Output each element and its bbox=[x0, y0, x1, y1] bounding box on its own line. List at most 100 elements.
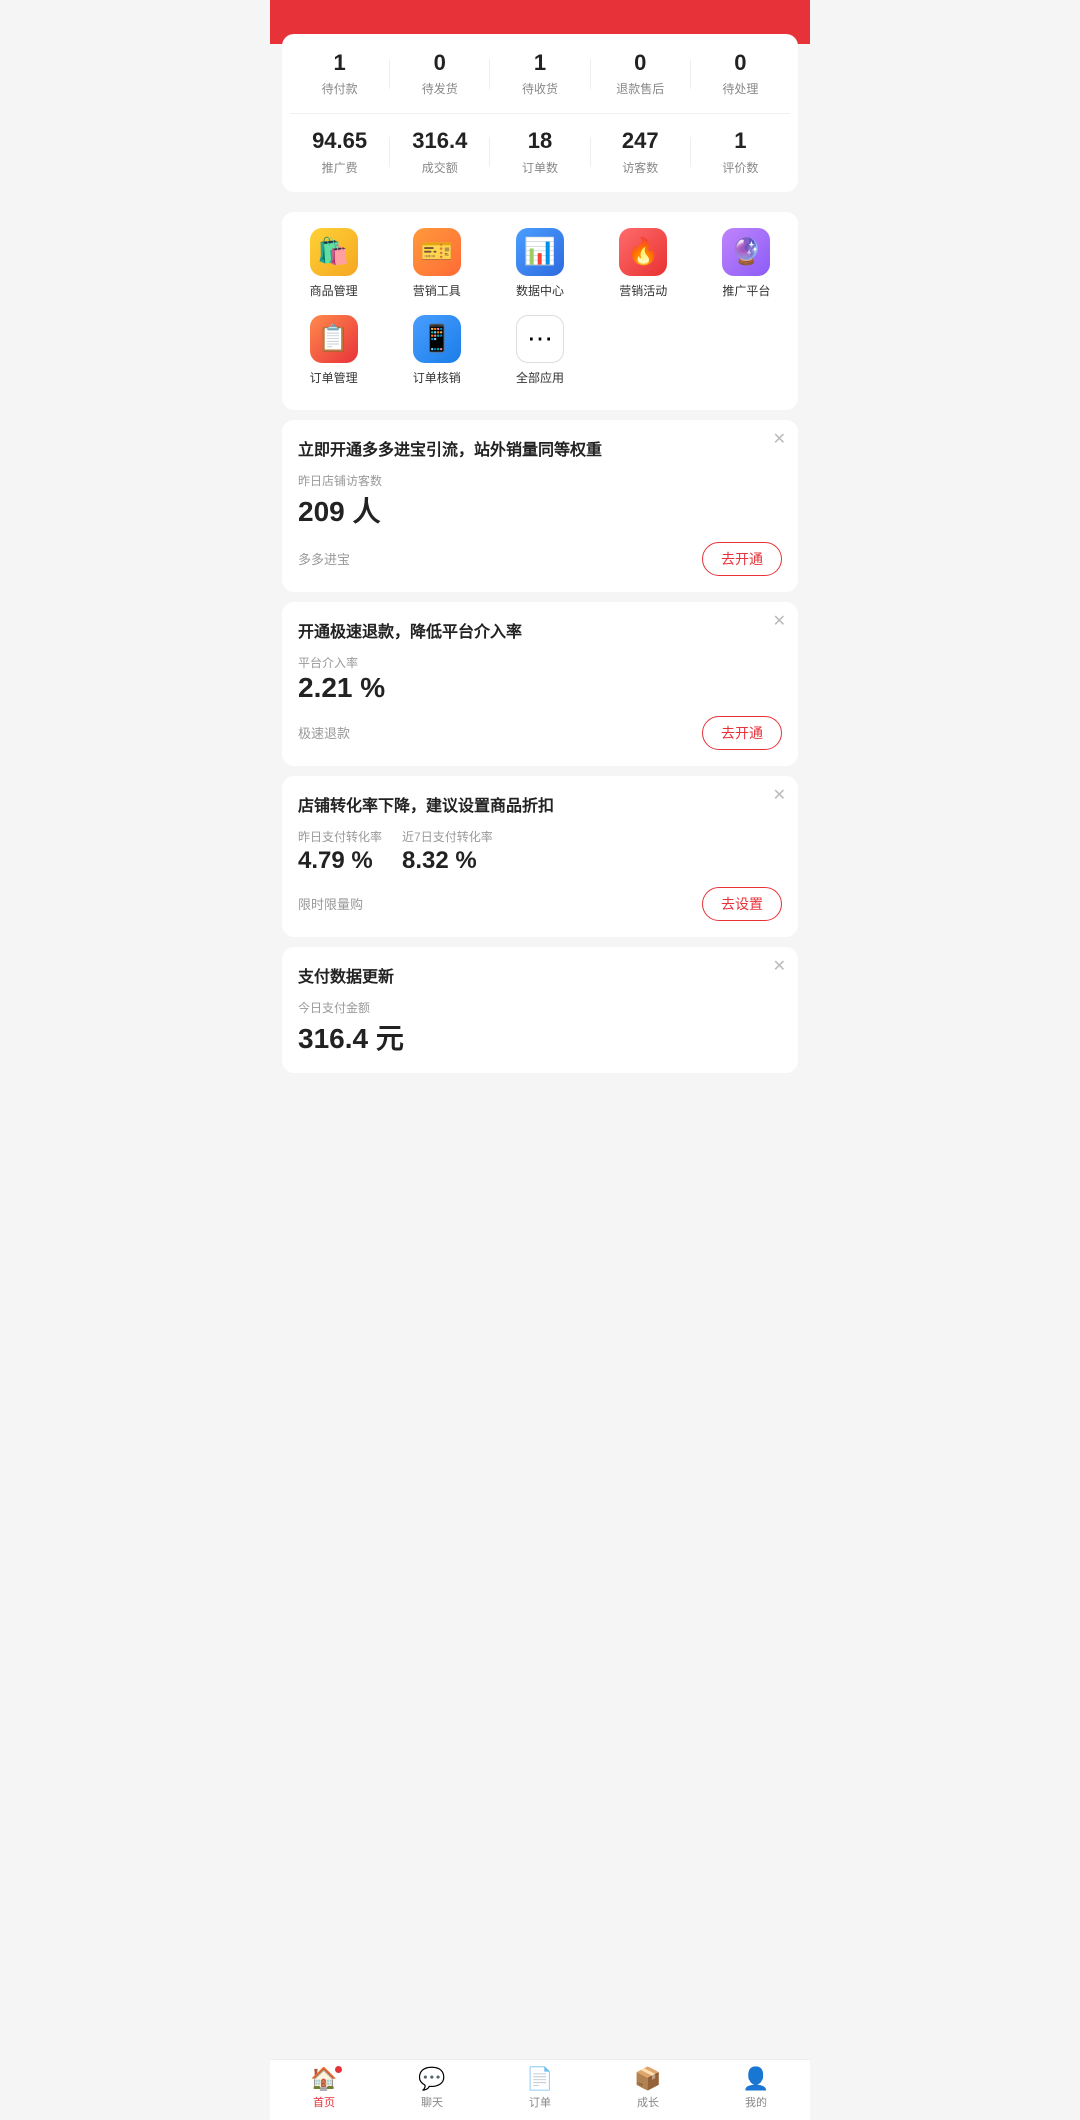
stat-item-访客数[interactable]: 247 访客数 bbox=[591, 128, 690, 175]
stat-item-订单数[interactable]: 18 订单数 bbox=[490, 128, 589, 175]
menu-item-订单管理[interactable]: 📋 订单管理 bbox=[282, 315, 385, 386]
nav-label: 首页 bbox=[313, 2094, 335, 2110]
nav-icon-聊天: 💬 bbox=[418, 2066, 445, 2092]
close-button[interactable]: ✕ bbox=[773, 614, 786, 630]
nav-item-首页[interactable]: 🏠 首页 bbox=[270, 2066, 378, 2110]
menu-row-1: 📋 订单管理 📱 订单核销 ⋯ 全部应用 bbox=[282, 315, 798, 386]
menu-label: 全部应用 bbox=[516, 369, 564, 386]
promo-title: 开通极速退款，降低平台介入率 bbox=[298, 618, 782, 642]
promo-value: 209 人 bbox=[298, 490, 782, 530]
stat-value: 0 bbox=[434, 50, 446, 76]
menu-icon-全部应用: ⋯ bbox=[516, 315, 564, 363]
promo-two-col: 昨日支付转化率 4.79 % 近7日支付转化率 8.32 % bbox=[298, 828, 782, 875]
menu-card: 🛍️ 商品管理 🎫 营销工具 📊 数据中心 🔥 营销活动 🔮 推广平台 📋 订单… bbox=[282, 212, 798, 410]
stat-value: 18 bbox=[528, 128, 552, 154]
stat-label: 成交额 bbox=[422, 159, 458, 176]
nav-item-订单[interactable]: 📄 订单 bbox=[486, 2066, 594, 2110]
nav-icon-成长: 📦 bbox=[634, 2066, 661, 2092]
stat-value: 247 bbox=[622, 128, 659, 154]
order-stats-row: 1 待付款 0 待发货 1 待收货 0 退款售后 0 待处理 bbox=[290, 50, 790, 97]
menu-item-营销活动[interactable]: 🔥 营销活动 bbox=[592, 228, 695, 299]
stat-value: 0 bbox=[734, 50, 746, 76]
menu-label: 商品管理 bbox=[310, 282, 358, 299]
stat-item-评价数[interactable]: 1 评价数 bbox=[691, 128, 790, 175]
menu-icon-营销工具: 🎫 bbox=[413, 228, 461, 276]
promo-card-0: ✕ 立即开通多多进宝引流，站外销量同等权重 昨日店铺访客数 209 人 多多进宝… bbox=[282, 420, 798, 592]
promo-footer-label: 多多进宝 bbox=[298, 549, 350, 568]
menu-item-订单核销[interactable]: 📱 订单核销 bbox=[385, 315, 488, 386]
nav-item-成长[interactable]: 📦 成长 bbox=[594, 2066, 702, 2110]
stat-label: 待发货 bbox=[422, 80, 458, 97]
stat-item-退款售后[interactable]: 0 退款售后 bbox=[591, 50, 690, 97]
stat-label: 待付款 bbox=[322, 80, 358, 97]
menu-icon-营销活动: 🔥 bbox=[619, 228, 667, 276]
menu-label: 订单管理 bbox=[310, 369, 358, 386]
promo-sub-label: 平台介入率 bbox=[298, 656, 358, 670]
stat-label: 待收货 bbox=[522, 80, 558, 97]
stat-value: 0 bbox=[634, 50, 646, 76]
menu-item-数据中心[interactable]: 📊 数据中心 bbox=[488, 228, 591, 299]
nav-dot bbox=[335, 2066, 342, 2073]
promo-footer: 多多进宝 去开通 bbox=[298, 542, 782, 576]
stat-item-成交额[interactable]: 316.4 成交额 bbox=[390, 128, 489, 175]
menu-icon-订单管理: 📋 bbox=[310, 315, 358, 363]
promo-card-1: ✕ 开通极速退款，降低平台介入率 平台介入率 2.21 % 极速退款 去开通 bbox=[282, 602, 798, 766]
promo-col-2: 近7日支付转化率 8.32 % bbox=[402, 828, 493, 875]
stat-value: 316.4 bbox=[412, 128, 467, 154]
promo-sub-label-2: 近7日支付转化率 bbox=[402, 828, 493, 845]
stat-value: 1 bbox=[333, 50, 345, 76]
nav-icon-订单: 📄 bbox=[526, 2066, 553, 2092]
promo-footer: 限时限量购 去设置 bbox=[298, 887, 782, 921]
nav-label: 成长 bbox=[637, 2094, 659, 2110]
promo-col-1: 昨日支付转化率 4.79 % bbox=[298, 828, 382, 875]
close-button[interactable]: ✕ bbox=[773, 959, 786, 975]
promo-action-button[interactable]: 去开通 bbox=[702, 716, 782, 750]
promo-footer-label: 极速退款 bbox=[298, 723, 350, 742]
stat-label: 推广费 bbox=[322, 159, 358, 176]
stat-value: 1 bbox=[534, 50, 546, 76]
menu-label: 营销工具 bbox=[413, 282, 461, 299]
menu-item-商品管理[interactable]: 🛍️ 商品管理 bbox=[282, 228, 385, 299]
menu-icon-数据中心: 📊 bbox=[516, 228, 564, 276]
stat-label: 退款售后 bbox=[616, 80, 664, 97]
promo-action-button[interactable]: 去设置 bbox=[702, 887, 782, 921]
stat-item-待处理[interactable]: 0 待处理 bbox=[691, 50, 790, 97]
nav-label: 我的 bbox=[745, 2094, 767, 2110]
promo-card-2: ✕ 店铺转化率下降，建议设置商品折扣 昨日支付转化率 4.79 % 近7日支付转… bbox=[282, 776, 798, 937]
menu-label: 营销活动 bbox=[619, 282, 667, 299]
menu-item-推广平台[interactable]: 🔮 推广平台 bbox=[695, 228, 798, 299]
promo-title: 店铺转化率下降，建议设置商品折扣 bbox=[298, 792, 782, 816]
stat-item-待收货[interactable]: 1 待收货 bbox=[490, 50, 589, 97]
stat-item-待付款[interactable]: 1 待付款 bbox=[290, 50, 389, 97]
menu-label: 推广平台 bbox=[722, 282, 770, 299]
nav-item-聊天[interactable]: 💬 聊天 bbox=[378, 2066, 486, 2110]
promo-sub-label-1: 昨日支付转化率 bbox=[298, 828, 382, 845]
metrics-stats-row: 94.65 推广费 316.4 成交额 18 订单数 247 访客数 1 评价数 bbox=[290, 128, 790, 175]
stat-label: 订单数 bbox=[522, 159, 558, 176]
menu-row-0: 🛍️ 商品管理 🎫 营销工具 📊 数据中心 🔥 营销活动 🔮 推广平台 bbox=[282, 228, 798, 299]
promo-title: 立即开通多多进宝引流，站外销量同等权重 bbox=[298, 436, 782, 460]
close-button[interactable]: ✕ bbox=[773, 432, 786, 448]
nav-item-我的[interactable]: 👤 我的 bbox=[702, 2066, 810, 2110]
stat-item-待发货[interactable]: 0 待发货 bbox=[390, 50, 489, 97]
nav-label: 订单 bbox=[529, 2094, 551, 2110]
promo-sub-label: 今日支付金额 bbox=[298, 1001, 370, 1015]
promo-value: 2.21 % bbox=[298, 672, 782, 704]
stat-label: 访客数 bbox=[622, 159, 658, 176]
menu-item-营销工具[interactable]: 🎫 营销工具 bbox=[385, 228, 488, 299]
stat-label: 评价数 bbox=[722, 159, 758, 176]
nav-icon-首页: 🏠 bbox=[310, 2066, 337, 2092]
promo-card-3: ✕ 支付数据更新 今日支付金额 316.4 元 bbox=[282, 947, 798, 1073]
close-button[interactable]: ✕ bbox=[773, 788, 786, 804]
promo-partial-value: 316.4 元 bbox=[298, 1017, 782, 1057]
menu-icon-推广平台: 🔮 bbox=[722, 228, 770, 276]
nav-icon-我的: 👤 bbox=[742, 2066, 769, 2092]
promo-title: 支付数据更新 bbox=[298, 963, 782, 987]
menu-icon-商品管理: 🛍️ bbox=[310, 228, 358, 276]
promo-action-button[interactable]: 去开通 bbox=[702, 542, 782, 576]
menu-item-全部应用[interactable]: ⋯ 全部应用 bbox=[488, 315, 591, 386]
menu-label: 数据中心 bbox=[516, 282, 564, 299]
promo-footer-label: 限时限量购 bbox=[298, 894, 363, 913]
stat-item-推广费[interactable]: 94.65 推广费 bbox=[290, 128, 389, 175]
nav-label: 聊天 bbox=[421, 2094, 443, 2110]
